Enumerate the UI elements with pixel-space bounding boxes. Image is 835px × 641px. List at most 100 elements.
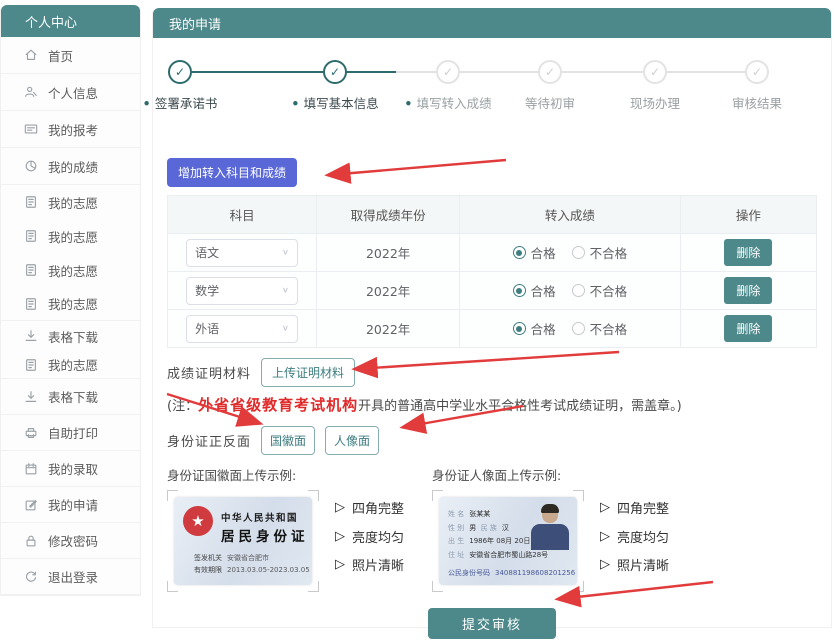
sidebar-item-registration[interactable]: 我的报考: [1, 111, 140, 148]
main-panel: 我的申请 签署承诺书 填写基本信息 填写转入成绩: [152, 8, 832, 628]
col-actions: 操作: [680, 196, 816, 234]
sidebar-item-logout[interactable]: 退出登录: [1, 559, 140, 595]
subjects-table: 科目 取得成绩年份 转入成绩 操作 语文∨ 2022年 合格 不合格 删除 数学…: [167, 195, 817, 348]
sidebar-item-form-download-1[interactable]: 表格下载: [1, 321, 140, 351]
delete-button[interactable]: 删除: [724, 277, 772, 304]
lock-icon: [24, 534, 38, 548]
sidebar-item-application[interactable]: 我的申请: [1, 487, 140, 523]
sidebar-item-volunteer-4[interactable]: 我的志愿: [1, 287, 140, 321]
portrait-sample-section: 身份证人像面上传示例: 姓 名张某某 性 别男 民 族汉: [432, 465, 817, 592]
submit-review-button[interactable]: 提交审核: [428, 608, 556, 639]
sidebar-item-label: 自助打印: [48, 423, 98, 442]
card-icon: [24, 122, 38, 136]
upload-materials-button[interactable]: 上传证明材料: [261, 358, 355, 387]
logout-icon: [24, 570, 38, 584]
emblem-sample-section: 身份证国徽面上传示例: 中华人民共和国 居民身份证: [167, 465, 432, 592]
sidebar-item-label: 我的志愿: [48, 193, 98, 212]
step-sign-pledge: 签署承诺书: [125, 60, 235, 112]
edit-icon: [24, 498, 38, 512]
col-result: 转入成绩: [460, 196, 681, 234]
radio-dot-icon: [513, 284, 526, 297]
radio-label: 合格: [531, 281, 556, 300]
radio-pass[interactable]: 合格: [513, 319, 556, 338]
step-basic-info: 填写基本信息: [280, 60, 390, 112]
card-valid-line: 有效期限2013.03.05-2023.03.05: [194, 564, 310, 577]
sidebar-item-self-print[interactable]: 自助打印: [1, 415, 140, 451]
radio-pass[interactable]: 合格: [513, 243, 556, 262]
year-cell: 2022年: [317, 234, 460, 272]
sidebar-item-volunteer-2[interactable]: 我的志愿: [1, 219, 140, 253]
sidebar-item-home[interactable]: 首页: [1, 37, 140, 74]
card-issue-line: 签发机关安徽省合肥市: [194, 552, 310, 565]
sidebar: 个人中心 首页 个人信息 我的报考 我的成绩 我的志愿 我的志愿 我的志愿: [0, 5, 141, 596]
page-title: 我的申请: [153, 8, 831, 38]
portrait-card-frame: 姓 名张某某 性 别男 民 族汉 出 生1986年 08月 20日 住 址安徽省…: [432, 490, 584, 592]
add-subject-button[interactable]: 增加转入科目和成绩: [167, 158, 297, 187]
upload-emblem-side-button[interactable]: 国徽面: [261, 426, 315, 455]
sidebar-item-label: 我的申请: [48, 495, 98, 514]
upload-tips: 四角完整 亮度均匀 照片清晰: [600, 498, 669, 574]
radio-fail[interactable]: 不合格: [572, 281, 628, 300]
page: 个人中心 首页 个人信息 我的报考 我的成绩 我的志愿 我的志愿 我的志愿: [0, 0, 835, 641]
user-icon: [24, 85, 38, 99]
check-circle-icon: [436, 60, 460, 84]
step-onsite-processing: 现场办理: [600, 60, 710, 112]
subject-select-value: 外语: [195, 320, 219, 337]
pie-icon: [24, 159, 38, 173]
note-suffix: 开具的普通高中学业水平合格性考试成绩证明，需盖章。): [358, 395, 682, 414]
doc-icon: [24, 195, 38, 209]
tip-item: 亮度均匀: [335, 527, 404, 546]
check-circle-icon: [643, 60, 667, 84]
portrait-sample-caption: 身份证人像面上传示例:: [432, 465, 817, 484]
sidebar-item-label: 个人信息: [48, 83, 98, 102]
sidebar-item-label: 我的成绩: [48, 157, 98, 176]
home-icon: [24, 48, 38, 62]
sidebar-item-label: 退出登录: [48, 567, 98, 586]
subject-select[interactable]: 外语∨: [186, 315, 298, 343]
upload-portrait-side-button[interactable]: 人像面: [325, 426, 379, 455]
radio-label: 不合格: [590, 319, 628, 338]
year-cell: 2022年: [317, 310, 460, 348]
step-label: 审核结果: [702, 93, 812, 112]
sidebar-item-label: 我的志愿: [48, 294, 98, 313]
col-year: 取得成绩年份: [317, 196, 460, 234]
sidebar-item-label: 修改密码: [48, 531, 98, 550]
sidebar-item-profile[interactable]: 个人信息: [1, 74, 140, 111]
sidebar-item-admission[interactable]: 我的录取: [1, 451, 140, 487]
sidebar-item-label: 表格下载: [48, 387, 98, 406]
national-emblem-icon: [183, 506, 213, 536]
sidebar-item-label: 我的志愿: [48, 227, 98, 246]
idcard-label: 身份证正反面: [167, 431, 251, 450]
radio-pass[interactable]: 合格: [513, 281, 556, 300]
delete-button[interactable]: 删除: [724, 315, 772, 342]
subject-select[interactable]: 语文∨: [186, 239, 298, 267]
radio-fail[interactable]: 不合格: [572, 243, 628, 262]
delete-button[interactable]: 删除: [724, 239, 772, 266]
check-circle-icon: [745, 60, 769, 84]
step-review-result: 审核结果: [702, 60, 812, 112]
sidebar-item-volunteer-5[interactable]: 我的志愿: [1, 351, 140, 379]
sidebar-item-volunteer-1[interactable]: 我的志愿: [1, 185, 140, 219]
step-transfer-scores: 填写转入成绩: [393, 60, 503, 112]
chevron-down-icon: ∨: [282, 248, 289, 257]
check-circle-icon: [168, 60, 192, 84]
sidebar-item-change-password[interactable]: 修改密码: [1, 523, 140, 559]
sidebar-item-scores[interactable]: 我的成绩: [1, 148, 140, 185]
radio-label: 不合格: [590, 281, 628, 300]
step-label: 签署承诺书: [125, 93, 235, 112]
doc-icon: [24, 229, 38, 243]
check-circle-icon: [538, 60, 562, 84]
idcard-emblem-sample-image: 中华人民共和国 居民身份证 签发机关安徽省合肥市 有效期限2013.03.05-…: [174, 497, 312, 585]
radio-dot-icon: [513, 246, 526, 259]
sidebar-item-volunteer-3[interactable]: 我的志愿: [1, 253, 140, 287]
portrait-photo: [530, 506, 570, 558]
radio-fail[interactable]: 不合格: [572, 319, 628, 338]
tip-item: 四角完整: [600, 498, 669, 517]
subject-select[interactable]: 数学∨: [186, 277, 298, 305]
check-circle-icon: [323, 60, 347, 84]
sidebar-item-form-download-2[interactable]: 表格下载: [1, 379, 140, 415]
tip-item: 亮度均匀: [600, 527, 669, 546]
table-header-row: 科目 取得成绩年份 转入成绩 操作: [168, 196, 817, 234]
chevron-down-icon: ∨: [282, 286, 289, 295]
radio-label: 合格: [531, 319, 556, 338]
